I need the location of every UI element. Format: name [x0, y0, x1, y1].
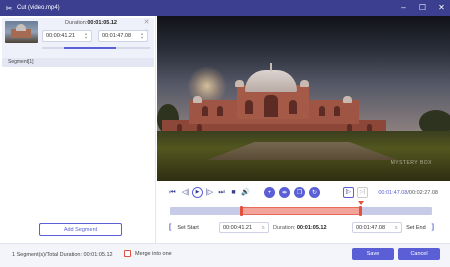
bracket-left-icon: [: [169, 224, 172, 231]
merge-checkbox[interactable]: [124, 250, 131, 257]
playhead-marker-icon[interactable]: [358, 201, 364, 205]
save-button[interactable]: Save: [352, 248, 394, 260]
segment-mini-timeline: [42, 47, 150, 49]
play-icon[interactable]: ▶: [192, 187, 203, 198]
add-icon[interactable]: +: [264, 187, 275, 198]
trim-end-field[interactable]: 00:01:47.08 ⇅: [352, 222, 402, 233]
trim-selection[interactable]: [241, 207, 361, 215]
title-bar: ✂ Cut (video.mp4) – ☐ ✕: [0, 0, 450, 16]
video-preview[interactable]: MYSTERY BOX: [157, 16, 450, 181]
jump-start-icon[interactable]: [▷: [343, 187, 354, 198]
trim-timeline[interactable]: [170, 201, 432, 216]
window-title: Cut (video.mp4): [17, 5, 60, 11]
segment-list-label: Segment[1]: [2, 58, 154, 67]
segment-duration: Duration:00:01:05.12: [65, 20, 117, 26]
merge-option[interactable]: Merge into one: [124, 250, 172, 257]
jump-end-icon[interactable]: ▷]: [357, 187, 368, 198]
stepper-icon[interactable]: ⇅: [395, 225, 398, 230]
trim-start-field[interactable]: 00:00:41.21 ⇅: [219, 222, 269, 233]
close-icon[interactable]: ✕: [437, 4, 446, 13]
window-controls: – ☐ ✕: [399, 0, 446, 16]
segment-close-icon[interactable]: ✕: [143, 19, 150, 26]
app-logo-icon: ✂: [5, 3, 13, 13]
maximize-icon[interactable]: ☐: [418, 4, 427, 13]
segment-thumbnail: [5, 21, 38, 43]
rotate-icon[interactable]: ↻: [309, 187, 320, 198]
playback-controls: ⏮ ◁| ▶ |▷ ⏭ ■ 🔊 + ⇹ ❐ ↻ [▷ ▷] 00:01:47.0…: [157, 184, 450, 201]
set-end-label: Set End: [406, 224, 426, 231]
cancel-button[interactable]: Cancel: [398, 248, 440, 260]
set-end-button[interactable]: Set End ]: [406, 222, 434, 233]
skip-start-icon[interactable]: ⏮: [167, 187, 178, 198]
add-segment-button[interactable]: Add Segment: [39, 223, 122, 236]
video-watermark: MYSTERY BOX: [390, 160, 432, 166]
trim-settings-row: [ Set Start 00:00:41.21 ⇅ Duration: 00:01…: [157, 220, 450, 235]
copy-icon[interactable]: ❐: [294, 187, 305, 198]
segment-item[interactable]: Duration:00:01:05.12 ✕ ◇ 00:00:41.21▲▼ 0…: [2, 18, 154, 58]
merge-label: Merge into one: [135, 250, 172, 257]
bracket-right-icon: ]: [431, 224, 434, 231]
trim-start-handle[interactable]: [240, 206, 243, 216]
trim-end-handle[interactable]: [359, 206, 362, 216]
stepper-icon[interactable]: ▲ ▼: [140, 32, 144, 40]
segments-summary: 1 Segment(s)/Total Duration: 00:01:05.12: [12, 252, 113, 258]
footer-bar: 1 Segment(s)/Total Duration: 00:01:05.12…: [0, 243, 450, 267]
minimize-icon[interactable]: –: [399, 4, 408, 13]
segment-end-field[interactable]: 00:01:47.08 ▲ ▼: [98, 30, 148, 42]
stepper-icon[interactable]: ▲ ▼: [84, 32, 88, 40]
next-frame-icon[interactable]: |▷: [204, 187, 215, 198]
skip-end-icon[interactable]: ⏭: [216, 187, 227, 198]
segments-panel: Duration:00:01:05.12 ✕ ◇ 00:00:41.21▲▼ 0…: [0, 16, 156, 243]
split-icon[interactable]: ⇹: [279, 187, 290, 198]
stop-icon[interactable]: ■: [228, 187, 239, 198]
trim-duration: Duration: 00:01:05.12: [273, 225, 327, 231]
segment-mini-range: [64, 47, 116, 49]
stepper-icon[interactable]: ⇅: [262, 225, 265, 230]
segment-start-field[interactable]: 00:00:41.21 ▲ ▼: [42, 30, 92, 42]
set-start-button[interactable]: [ Set Start: [169, 222, 199, 233]
set-start-label: Set Start: [177, 224, 199, 231]
time-readout: 00:01:47.08/00:02:27.08: [378, 190, 438, 196]
volume-icon[interactable]: 🔊: [240, 187, 251, 198]
prev-frame-icon[interactable]: ◁|: [180, 187, 191, 198]
